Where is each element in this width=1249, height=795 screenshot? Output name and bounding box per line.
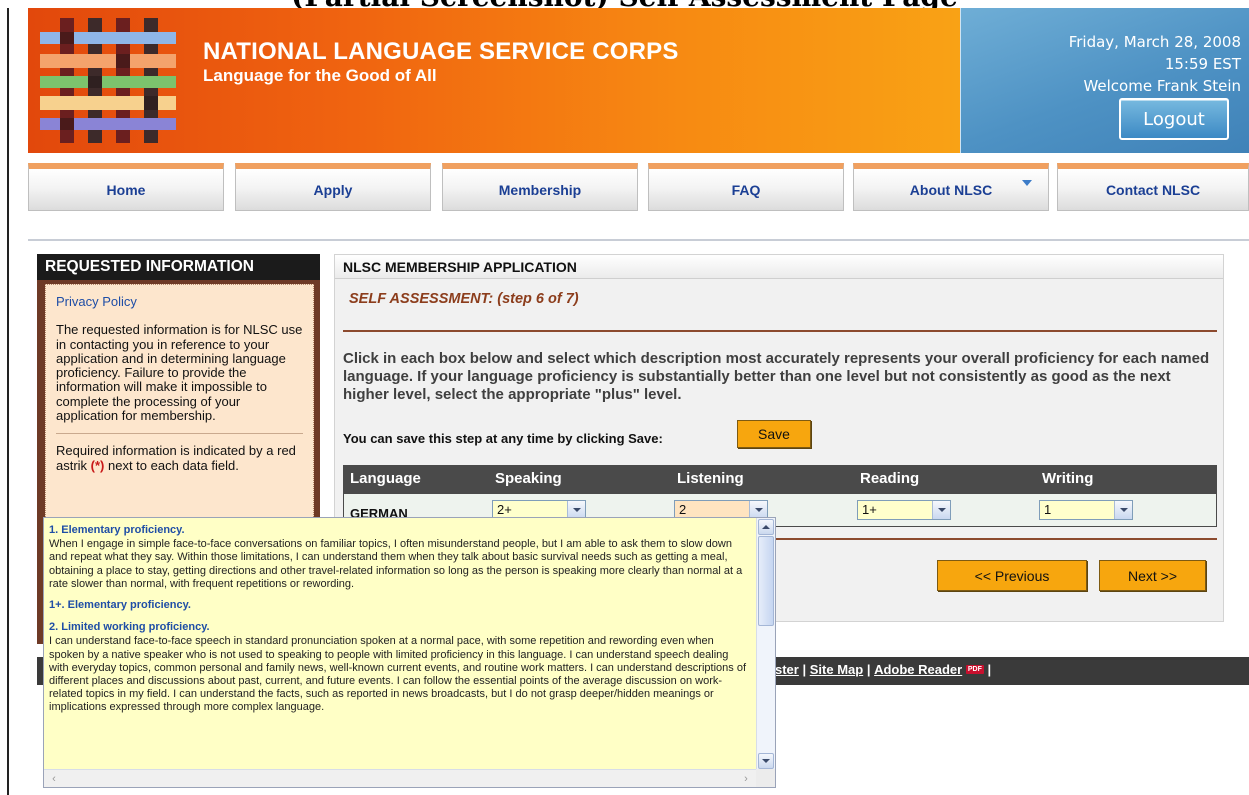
current-date: Friday, March 28, 2008 xyxy=(1068,33,1241,51)
required-marker: (*) xyxy=(90,457,105,473)
nav-contact-label: Contact NLSC xyxy=(1105,181,1201,198)
footer-link-adobe[interactable]: Adobe Reader xyxy=(874,662,962,677)
dropdown-options: 1. Elementary proficiency. When I engage… xyxy=(44,518,754,770)
scroll-down-icon[interactable] xyxy=(758,753,774,769)
sidebar-paragraph: The requested information is for NLSC us… xyxy=(56,322,303,424)
writing-value: 1 xyxy=(1044,502,1052,517)
dropdown-option[interactable]: 2. Limited working proficiency. I can un… xyxy=(49,621,748,714)
chevron-down-icon[interactable] xyxy=(1114,501,1132,519)
footer-links: ster | Site Map | Adobe Reader PDF | xyxy=(775,662,992,677)
reading-value: 1+ xyxy=(862,502,877,517)
dropdown-arrow-icon xyxy=(1022,180,1032,186)
dropdown-option[interactable]: 1. Elementary proficiency. When I engage… xyxy=(49,524,748,591)
scrollbar-corner xyxy=(756,769,775,787)
scrollbar-thumb[interactable] xyxy=(758,536,774,626)
scroll-left-icon[interactable]: ‹ xyxy=(46,771,62,786)
nav-home[interactable]: Home xyxy=(28,163,224,211)
reading-select[interactable]: 1+ xyxy=(857,500,951,520)
pdf-icon: PDF xyxy=(965,665,984,674)
sidebar-divider xyxy=(56,433,303,435)
footer-link-partial[interactable]: ster xyxy=(775,662,799,677)
section-rule xyxy=(343,330,1217,332)
nav-about-label: About NLSC xyxy=(909,181,993,198)
nav-about[interactable]: About NLSC xyxy=(853,163,1049,211)
welcome-text: Welcome Frank Stein xyxy=(1083,77,1241,95)
option-description: When I engage in simple face-to-face con… xyxy=(49,538,743,590)
option-title: 2. Limited working proficiency. xyxy=(49,621,210,634)
nav-membership[interactable]: Membership xyxy=(442,163,638,211)
vertical-scrollbar[interactable] xyxy=(756,518,775,770)
sidebar-heading: REQUESTED INFORMATION xyxy=(37,254,320,280)
site-tagline: Language for the Good of All xyxy=(203,66,437,85)
main-nav: Home Apply Membership FAQ About NLSC Con… xyxy=(28,163,1249,211)
nav-apply-label: Apply xyxy=(313,181,353,198)
col-speaking: Speaking xyxy=(495,470,562,487)
site-title: NATIONAL LANGUAGE SERVICE CORPS xyxy=(203,38,679,65)
speaking-value: 2+ xyxy=(497,502,512,517)
nav-home-label: Home xyxy=(106,181,146,198)
panel-heading: NLSC MEMBERSHIP APPLICATION xyxy=(335,255,1223,279)
nav-faq[interactable]: FAQ xyxy=(648,163,844,211)
col-listening: Listening xyxy=(677,470,744,487)
required-note: Required information is indicated by a r… xyxy=(56,444,303,473)
nav-faq-label: FAQ xyxy=(731,181,761,198)
col-language: Language xyxy=(350,470,421,487)
option-title: 1. Elementary proficiency. xyxy=(49,524,185,536)
dropdown-option[interactable]: 1+. Elementary proficiency. xyxy=(49,599,748,612)
user-info-panel: Friday, March 28, 2008 15:59 EST Welcome… xyxy=(960,8,1249,153)
next-button[interactable]: Next >> xyxy=(1099,560,1206,591)
nav-contact[interactable]: Contact NLSC xyxy=(1057,163,1249,211)
footer-link-sitemap[interactable]: Site Map xyxy=(810,662,863,677)
current-time: 15:59 EST xyxy=(1164,55,1241,73)
previous-button[interactable]: << Previous xyxy=(937,560,1087,591)
save-prompt: You can save this step at any time by cl… xyxy=(343,431,663,446)
chevron-down-icon[interactable] xyxy=(932,501,950,519)
instructions-text: Click in each box below and select which… xyxy=(343,350,1210,403)
save-button[interactable]: Save xyxy=(737,420,811,448)
proficiency-dropdown-list[interactable]: 1. Elementary proficiency. When I engage… xyxy=(43,517,776,788)
nav-membership-label: Membership xyxy=(498,181,582,198)
logout-button[interactable]: Logout xyxy=(1119,98,1229,140)
nav-apply[interactable]: Apply xyxy=(235,163,431,211)
scroll-right-icon[interactable]: › xyxy=(738,771,754,786)
option-description: I can understand face-to-face speech in … xyxy=(49,635,746,714)
frame-border xyxy=(7,8,9,795)
privacy-policy-link[interactable]: Privacy Policy xyxy=(56,294,303,309)
site-header: NATIONAL LANGUAGE SERVICE CORPS Language… xyxy=(28,8,960,153)
divider xyxy=(28,239,1249,241)
scroll-up-icon[interactable] xyxy=(758,519,774,535)
option-title: 1+. Elementary proficiency. xyxy=(49,598,191,611)
table-header: Language Speaking Listening Reading Writ… xyxy=(344,466,1216,494)
col-writing: Writing xyxy=(1042,470,1094,487)
col-reading: Reading xyxy=(860,470,920,487)
writing-select[interactable]: 1 xyxy=(1039,500,1133,520)
required-note-text-end: next to each data field. xyxy=(104,457,239,473)
woven-logo-icon xyxy=(40,18,176,143)
step-title: SELF ASSESSMENT: (step 6 of 7) xyxy=(349,291,579,307)
horizontal-scrollbar[interactable]: ‹ › xyxy=(44,769,758,787)
listening-value: 2 xyxy=(679,502,687,517)
